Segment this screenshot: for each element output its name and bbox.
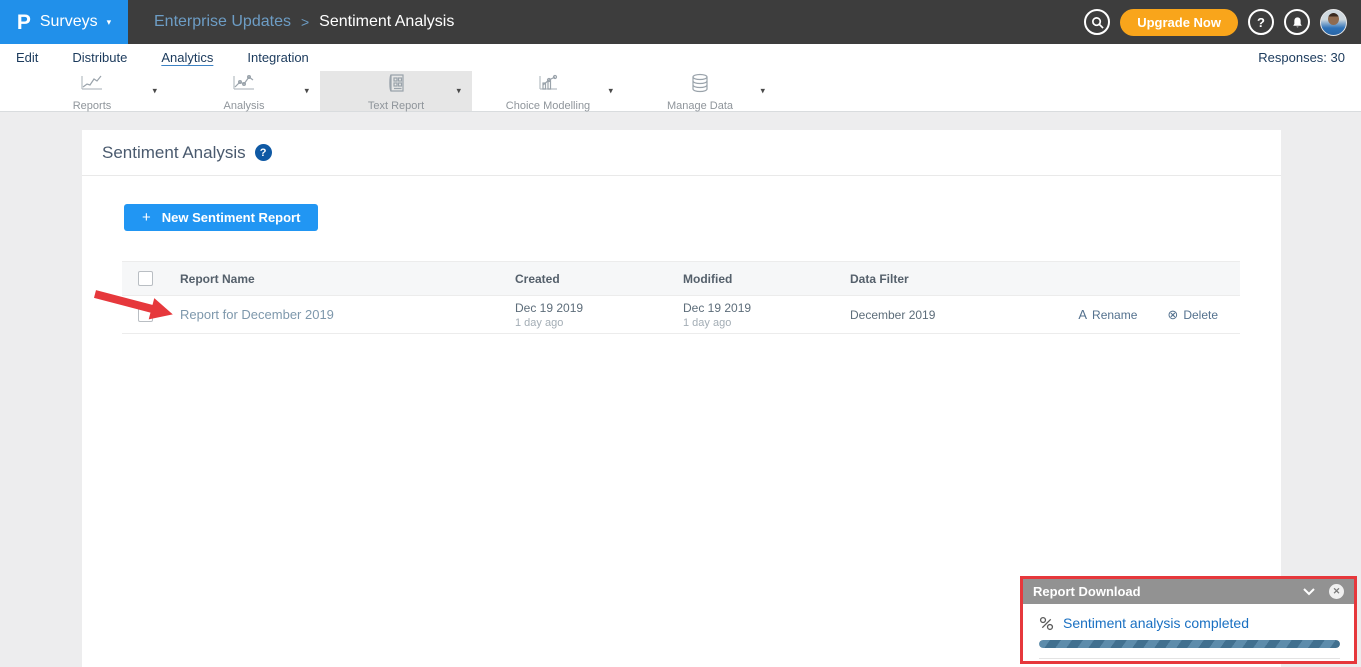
report-download-panel: Report Download ✕ Sentiment analysis com… (1020, 576, 1357, 664)
modified-date: Dec 19 2019 (683, 301, 838, 315)
survey-nav: Edit Distribute Analytics Integration Re… (0, 44, 1361, 71)
table-row: Report for December 2019 Dec 19 2019 1 d… (122, 296, 1240, 334)
toolbar-label: Choice Modelling (506, 100, 590, 112)
text-report-icon (385, 73, 407, 98)
data-filter-value: December 2019 (850, 308, 935, 322)
chevron-down-icon[interactable]: ▾ (304, 86, 309, 97)
notifications-button[interactable] (1284, 9, 1310, 35)
toolbar-item-analysis[interactable]: Analysis ▾ (168, 71, 320, 111)
chevron-down-icon (1302, 587, 1316, 596)
rename-icon: A (1078, 307, 1087, 322)
report-name-link[interactable]: Report for December 2019 (180, 307, 334, 322)
column-header-data-filter: Data Filter (838, 272, 1028, 286)
avatar-person (1328, 13, 1339, 25)
nav-item-distribute[interactable]: Distribute (72, 50, 127, 65)
toolbar-label: Analysis (224, 100, 265, 112)
chevron-down-icon[interactable]: ▾ (608, 86, 613, 97)
user-avatar[interactable] (1320, 9, 1347, 36)
new-report-label: New Sentiment Report (162, 210, 301, 225)
new-sentiment-report-button[interactable]: + New Sentiment Report (124, 204, 318, 231)
data-filter-cell: December 2019 (838, 308, 1028, 322)
surveys-menu[interactable]: P Surveys ▾ (0, 0, 128, 44)
breadcrumb: Enterprise Updates > Sentiment Analysis (154, 13, 454, 31)
delete-icon: ⊗ (1167, 307, 1178, 323)
search-icon (1091, 16, 1104, 29)
bell-icon (1291, 16, 1304, 29)
toolbar-label: Text Report (368, 100, 424, 112)
toolbar-label: Manage Data (667, 100, 733, 112)
question-icon: ? (1257, 15, 1265, 30)
chevron-down-icon[interactable]: ▾ (760, 86, 765, 97)
help-badge[interactable]: ? (255, 144, 272, 161)
close-icon: ✕ (1333, 586, 1341, 597)
row-actions: A Rename ⊗ Delete (1028, 307, 1240, 323)
responses-count: Responses: 30 (1258, 50, 1345, 65)
panel-title-row: Sentiment Analysis ? (82, 130, 1281, 176)
created-date: Dec 19 2019 (515, 301, 671, 315)
nav-item-edit[interactable]: Edit (16, 50, 38, 65)
questionpro-logo: P (17, 12, 31, 33)
analytics-toolbar: Reports ▾ Analysis ▾ Text Report ▾ Choic… (0, 71, 1361, 112)
modified-cell: Dec 19 2019 1 day ago (671, 301, 838, 329)
database-icon (689, 73, 711, 98)
column-header-modified: Modified (671, 272, 838, 286)
question-icon: ? (260, 147, 267, 159)
progress-bar-track (1039, 640, 1340, 648)
toolbar-item-choice-modelling[interactable]: Choice Modelling ▾ (472, 71, 624, 111)
help-button[interactable]: ? (1248, 9, 1274, 35)
link-icon (1039, 616, 1054, 631)
download-panel-header: Report Download ✕ (1023, 579, 1354, 604)
line-chart-icon (79, 73, 105, 98)
download-panel-title: Report Download (1033, 584, 1141, 599)
collapse-button[interactable] (1302, 587, 1316, 596)
download-panel-body: Sentiment analysis completed (1023, 604, 1354, 662)
nav-item-analytics[interactable]: Analytics (161, 50, 213, 65)
row-checkbox-cell (122, 307, 168, 322)
breadcrumb-current: Sentiment Analysis (319, 13, 454, 31)
progress-bar-fill (1039, 640, 1340, 648)
nav-item-integration[interactable]: Integration (247, 50, 308, 65)
header-actions: Upgrade Now ? (1084, 9, 1361, 36)
toolbar-item-text-report[interactable]: Text Report ▾ (320, 71, 472, 111)
chevron-down-icon[interactable]: ▾ (456, 86, 461, 97)
sentiment-analysis-download-link[interactable]: Sentiment analysis completed (1063, 615, 1249, 631)
breadcrumb-separator: > (301, 14, 309, 30)
column-header-report-name: Report Name (168, 272, 503, 286)
toolbar-label: Reports (73, 100, 112, 112)
chevron-down-icon: ▾ (107, 17, 112, 28)
toolbar-item-reports[interactable]: Reports ▾ (16, 71, 168, 111)
chevron-down-icon[interactable]: ▾ (152, 86, 157, 97)
breadcrumb-parent-link[interactable]: Enterprise Updates (154, 13, 291, 31)
choice-modelling-icon (535, 73, 561, 98)
table-header-row: Report Name Created Modified Data Filter (122, 261, 1240, 296)
delete-label: Delete (1183, 308, 1218, 322)
rename-button[interactable]: A Rename (1078, 307, 1137, 322)
reports-table: Report Name Created Modified Data Filter… (122, 261, 1240, 334)
created-cell: Dec 19 2019 1 day ago (503, 301, 671, 329)
header-checkbox-cell (122, 271, 168, 286)
plus-icon: + (142, 209, 151, 226)
row-checkbox[interactable] (138, 307, 153, 322)
modified-relative: 1 day ago (683, 317, 838, 329)
page-title: Sentiment Analysis (102, 143, 246, 163)
product-label: Surveys (40, 13, 98, 31)
download-link-row: Sentiment analysis completed (1039, 615, 1340, 631)
search-button[interactable] (1084, 9, 1110, 35)
report-name-cell: Report for December 2019 (168, 307, 503, 322)
panel-footer-divider (1039, 658, 1340, 662)
rename-label: Rename (1092, 308, 1137, 322)
top-header: P Surveys ▾ Enterprise Updates > Sentime… (0, 0, 1361, 44)
toolbar-item-manage-data[interactable]: Manage Data ▾ (624, 71, 776, 111)
created-relative: 1 day ago (515, 317, 671, 329)
delete-button[interactable]: ⊗ Delete (1167, 307, 1218, 323)
close-button[interactable]: ✕ (1329, 584, 1344, 599)
trend-chart-icon (231, 73, 257, 98)
select-all-checkbox[interactable] (138, 271, 153, 286)
upgrade-now-button[interactable]: Upgrade Now (1120, 9, 1238, 36)
download-panel-controls: ✕ (1302, 584, 1344, 599)
column-header-created: Created (503, 272, 671, 286)
